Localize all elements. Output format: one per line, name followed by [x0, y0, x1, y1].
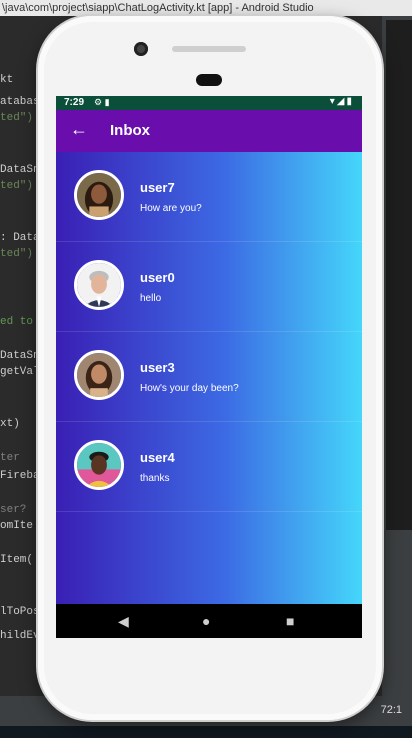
conversation-username: user0 — [140, 270, 175, 285]
conversation-username: user4 — [140, 450, 175, 465]
settings-icon: ⚙ ▮ — [94, 97, 110, 107]
conversation-message: How's your day been? — [140, 383, 239, 394]
status-time: 7:29 — [64, 97, 85, 108]
code-line: : Data — [0, 232, 40, 244]
conversation-message: thanks — [140, 473, 170, 484]
back-arrow-icon[interactable]: ← — [70, 119, 88, 140]
avatar — [74, 260, 124, 310]
signal-battery-icons: ▾◢▮ — [329, 96, 354, 107]
code-line: Fireba — [0, 470, 40, 482]
code-line: atabas — [0, 96, 40, 108]
front-camera-icon — [134, 42, 148, 56]
conversation-username: user7 — [140, 180, 175, 195]
os-taskbar — [0, 726, 412, 738]
android-nav-bar: ◀ ● ■ — [56, 604, 362, 638]
code-line: ted") — [0, 112, 34, 124]
conversation-row[interactable]: user3 How's your day been? — [56, 332, 362, 422]
code-line: ted") — [0, 180, 34, 192]
phone-screen: 7:29 ⚙ ▮ ▾◢▮ ← Inbox user7 How are you? … — [56, 96, 362, 638]
code-line: ed to — [0, 316, 34, 328]
speaker-grille — [172, 46, 246, 52]
nav-recents-icon[interactable]: ■ — [286, 613, 294, 629]
conversation-username: user3 — [140, 360, 175, 375]
code-line: lToPos — [0, 606, 40, 618]
emulator-side-toolbar[interactable] — [386, 20, 412, 530]
code-line: ser? — [0, 504, 27, 516]
code-line: getVal — [0, 366, 40, 378]
android-status-bar: 7:29 ⚙ ▮ ▾◢▮ — [56, 96, 362, 110]
conversation-list: user7 How are you? user0 hello user3 How… — [56, 152, 362, 604]
conversation-message: hello — [140, 293, 162, 304]
avatar — [74, 170, 124, 220]
code-line: ted") — [0, 248, 34, 260]
conversation-message: How are you? — [140, 203, 202, 214]
ide-title-text: \java\com\project\siapp\ChatLogActivity.… — [2, 2, 314, 14]
cursor-position: 72:1 — [380, 704, 402, 716]
phone-frame: 7:29 ⚙ ▮ ▾◢▮ ← Inbox user7 How are you? … — [38, 16, 382, 720]
conversation-row[interactable]: user7 How are you? — [56, 152, 362, 242]
code-line: ter — [0, 452, 20, 464]
app-bar: ← Inbox — [56, 110, 362, 152]
ide-title-bar: \java\com\project\siapp\ChatLogActivity.… — [0, 0, 412, 16]
nav-back-icon[interactable]: ◀ — [118, 613, 129, 630]
code-line: omIte — [0, 520, 34, 532]
code-line: kt — [0, 74, 14, 86]
conversation-row[interactable]: user0 hello — [56, 242, 362, 332]
code-line: xt) — [0, 418, 20, 430]
conversation-row[interactable]: user4 thanks — [56, 422, 362, 512]
code-line: Item( — [0, 554, 34, 566]
avatar — [74, 350, 124, 400]
nav-home-icon[interactable]: ● — [202, 613, 210, 629]
avatar — [74, 440, 124, 490]
page-title: Inbox — [110, 122, 150, 139]
code-line: DataSn — [0, 350, 40, 362]
code-line: DataSn — [0, 164, 40, 176]
sensor-pill — [196, 74, 222, 86]
